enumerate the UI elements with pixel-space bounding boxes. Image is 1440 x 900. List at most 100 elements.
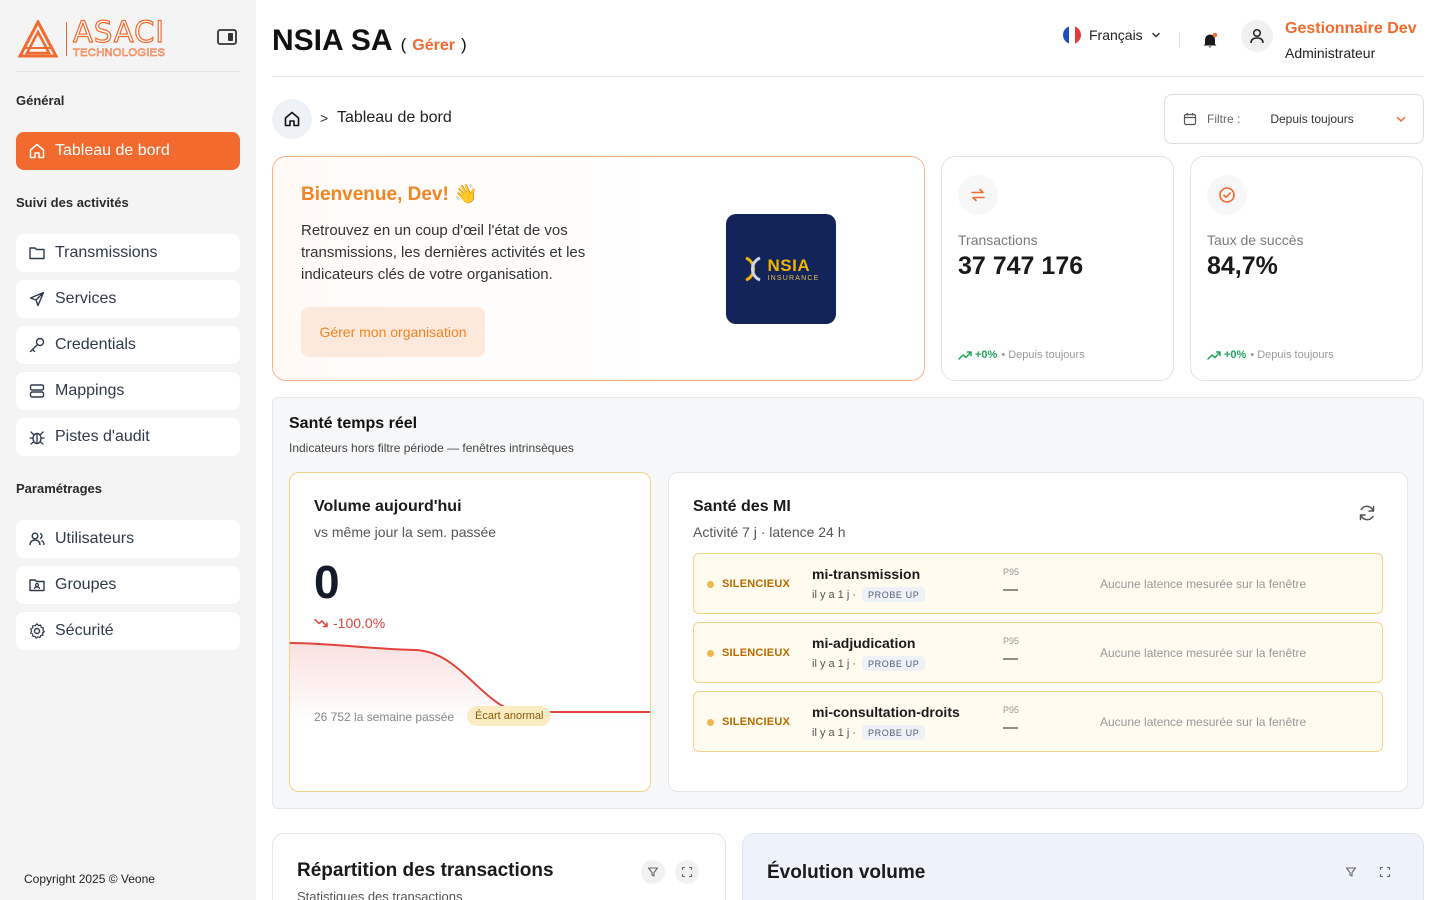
sidebar-item-transmissions[interactable]: Transmissions bbox=[16, 234, 240, 272]
logo-text: ASACI TECHNOLOGIES bbox=[72, 15, 166, 59]
home-icon bbox=[284, 111, 300, 127]
kpi-trend-period: • Depuis toujours bbox=[1250, 349, 1334, 361]
section-title-activities: Suivi des activités bbox=[16, 195, 129, 210]
anomaly-badge: Écart anormal bbox=[467, 706, 552, 726]
breadcrumb-separator: > bbox=[320, 110, 329, 126]
volume-subtitle: vs même jour la sem. passée bbox=[314, 524, 497, 540]
manage-org-link[interactable]: Gérer bbox=[412, 37, 455, 55]
nsia-logo: NSIA INSURANCE bbox=[726, 214, 836, 324]
header-separator bbox=[1179, 32, 1180, 48]
latency-note: Aucune latence mesurée sur la fenêtre bbox=[1100, 577, 1307, 591]
org-name: NSIA SA bbox=[272, 24, 393, 57]
avatar[interactable] bbox=[1241, 20, 1273, 52]
logo-separator bbox=[66, 21, 67, 56]
card-subtitle: Statistiques des transactions bbox=[297, 889, 463, 900]
sidebar-item-label: Sécurité bbox=[55, 622, 114, 639]
bell-icon[interactable] bbox=[1201, 31, 1219, 49]
expand-icon bbox=[681, 866, 693, 878]
nsia-logo-text: NSIA bbox=[767, 255, 811, 275]
mi-title: Santé des MI bbox=[693, 498, 791, 515]
user-name[interactable]: Gestionnaire Dev bbox=[1285, 20, 1417, 38]
mi-row[interactable]: SILENCIEUX mi-transmission il y a 1 j · P… bbox=[693, 553, 1383, 614]
mi-last-seen: il y a 1 j · PROBE UP bbox=[812, 587, 926, 602]
sidebar-toggle-icon[interactable] bbox=[216, 27, 238, 47]
mi-last-seen: il y a 1 j · PROBE UP bbox=[812, 656, 926, 671]
health-subtitle: Indicateurs hors filtre période — fenêtr… bbox=[289, 441, 574, 455]
expand-button[interactable] bbox=[675, 860, 699, 884]
gear-icon bbox=[30, 623, 45, 639]
welcome-title: Bienvenue, Dev! 👋 bbox=[301, 184, 478, 205]
p95-label: P95 bbox=[1003, 636, 1020, 646]
period-filter[interactable]: Filtre : Depuis toujours bbox=[1164, 94, 1424, 144]
brand-tagline: TECHNOLOGIES bbox=[73, 47, 166, 59]
brand-logo[interactable]: ASACI TECHNOLOGIES bbox=[18, 15, 166, 59]
brand-name: ASACI bbox=[72, 15, 165, 49]
sidebar-item-services[interactable]: Services bbox=[16, 280, 240, 318]
arrows-exchange-icon bbox=[958, 175, 998, 215]
section-title-settings: Paramétrages bbox=[16, 481, 102, 496]
sidebar-item-security[interactable]: Sécurité bbox=[16, 612, 240, 650]
nsia-mark-icon bbox=[745, 256, 762, 282]
language-select[interactable]: Français bbox=[1063, 26, 1162, 44]
filter-value: Depuis toujours bbox=[1270, 112, 1354, 126]
volume-delta-value: -100.0% bbox=[333, 615, 386, 631]
volume-value: 0 bbox=[314, 556, 340, 608]
sidebar-item-users[interactable]: Utilisateurs bbox=[16, 520, 240, 558]
key-icon bbox=[29, 337, 45, 353]
volume-delta: -100.0% bbox=[314, 615, 385, 631]
probe-badge: PROBE UP bbox=[862, 725, 926, 740]
status-dot bbox=[707, 650, 714, 657]
trending-up-icon bbox=[1207, 351, 1221, 360]
sidebar-item-dashboard[interactable]: Tableau de bord bbox=[16, 132, 240, 170]
manage-organization-button[interactable]: Gérer mon organisation bbox=[301, 307, 485, 357]
kpi-trend-value: +0% bbox=[1224, 349, 1247, 361]
sidebar: ASACI TECHNOLOGIES Général Tableau de bo… bbox=[0, 0, 256, 900]
status-dot bbox=[707, 581, 714, 588]
health-title: Santé temps réel bbox=[289, 415, 418, 432]
volume-last-week: 26 752 la semaine passée bbox=[314, 710, 455, 724]
breadcrumb-current: Tableau de bord bbox=[337, 109, 452, 126]
kpi-card-success-rate: Taux de succès 84,7% +0% • Depuis toujou… bbox=[1190, 156, 1423, 381]
nsia-logo-subtext: INSURANCE bbox=[767, 274, 820, 282]
sidebar-item-mappings[interactable]: Mappings bbox=[16, 372, 240, 410]
user-icon bbox=[1250, 28, 1264, 44]
kpi-trend: +0% • Depuis toujours bbox=[958, 349, 1085, 361]
chevron-down-icon bbox=[1151, 32, 1160, 38]
sidebar-item-audit[interactable]: Pistes d'audit bbox=[16, 418, 240, 456]
sidebar-item-label: Utilisateurs bbox=[55, 530, 135, 547]
mi-ago: il y a 1 j · bbox=[812, 726, 857, 739]
mi-ago: il y a 1 j · bbox=[812, 588, 857, 601]
folder-icon bbox=[29, 247, 45, 260]
kpi-card-transactions: Transactions 37 747 176 +0% • Depuis tou… bbox=[941, 156, 1174, 381]
language-label: Français bbox=[1089, 27, 1143, 43]
breadcrumb-home-button[interactable] bbox=[272, 99, 312, 139]
expand-icon bbox=[1379, 866, 1391, 878]
welcome-card: Bienvenue, Dev! 👋 Retrouvez en un coup d… bbox=[272, 156, 925, 381]
latency-note: Aucune latence mesurée sur la fenêtre bbox=[1100, 646, 1307, 660]
filter-button[interactable] bbox=[1339, 860, 1363, 884]
server-icon bbox=[29, 384, 45, 398]
expand-button[interactable] bbox=[1373, 860, 1397, 884]
kpi-trend: +0% • Depuis toujours bbox=[1207, 349, 1334, 361]
mi-row[interactable]: SILENCIEUX mi-consultation-droits il y a… bbox=[693, 691, 1383, 752]
refresh-icon[interactable] bbox=[1357, 503, 1377, 523]
sidebar-item-groups[interactable]: Groupes bbox=[16, 566, 240, 604]
sidebar-item-credentials[interactable]: Credentials bbox=[16, 326, 240, 364]
filter-icon bbox=[1345, 867, 1357, 877]
sidebar-item-label: Pistes d'audit bbox=[55, 428, 150, 445]
card-title: Évolution volume bbox=[767, 862, 926, 883]
paren-close: ) bbox=[460, 35, 467, 54]
sidebar-divider bbox=[16, 71, 240, 72]
mi-status: SILENCIEUX bbox=[722, 578, 791, 590]
p95-value: — bbox=[1003, 650, 1018, 667]
realtime-health-panel: Santé temps réel Indicateurs hors filtre… bbox=[272, 397, 1424, 809]
sidebar-item-label: Tableau de bord bbox=[55, 142, 170, 159]
bug-icon bbox=[29, 431, 45, 445]
france-flag-icon bbox=[1063, 26, 1081, 44]
kpi-label: Transactions bbox=[958, 232, 1038, 248]
calendar-icon bbox=[1183, 113, 1197, 126]
filter-button[interactable] bbox=[641, 860, 665, 884]
status-dot bbox=[707, 719, 714, 726]
volume-evolution-card: Évolution volume bbox=[742, 833, 1424, 900]
mi-row[interactable]: SILENCIEUX mi-adjudication il y a 1 j · P… bbox=[693, 622, 1383, 683]
